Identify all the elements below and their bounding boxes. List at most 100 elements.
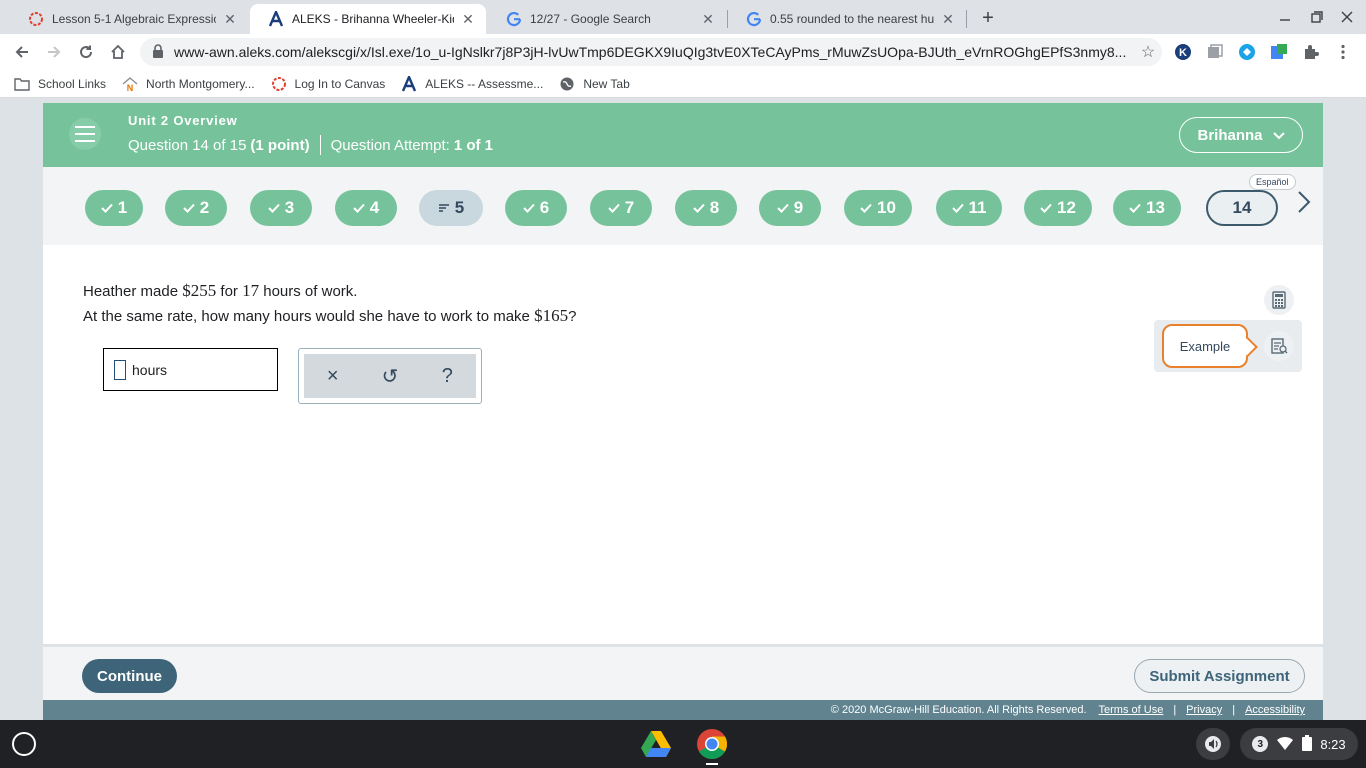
question-number: 2 (199, 198, 210, 217)
question-nav-pill[interactable]: 9 (759, 190, 821, 226)
user-name: Brihanna (1197, 126, 1263, 144)
google-favicon-icon (746, 11, 762, 27)
question-nav-pill[interactable]: 2 (165, 190, 227, 226)
user-menu-button[interactable]: Brihanna (1179, 117, 1303, 153)
browser-tab-google-search[interactable]: 12/27 - Google Search ✕ (488, 4, 726, 34)
question-nav-pill[interactable]: 4 (335, 190, 397, 226)
puzzle-extensions-icon[interactable] (1302, 43, 1320, 61)
unit-title: Unit 2 Overview (128, 113, 238, 128)
question-number: 12 (1057, 198, 1076, 217)
close-icon[interactable]: ✕ (460, 11, 476, 27)
bookmark-new-tab[interactable]: New Tab (559, 76, 630, 92)
google-drive-icon[interactable] (640, 728, 672, 760)
legal-footer: © 2020 McGraw-Hill Education. All Rights… (43, 700, 1323, 720)
bookmark-label: New Tab (583, 76, 630, 91)
close-icon[interactable]: ✕ (940, 11, 956, 27)
bookmark-label: Log In to Canvas (294, 76, 386, 91)
check-icon (183, 201, 195, 216)
address-bar[interactable]: www-awn.aleks.com/alekscgi/x/Isl.exe/1o_… (140, 38, 1162, 66)
espanol-toggle[interactable]: Español (1249, 174, 1296, 190)
accessibility-link[interactable]: Accessibility (1245, 704, 1305, 716)
folder-icon (14, 76, 30, 92)
check-icon (1040, 201, 1052, 216)
more-vert-icon[interactable] (1334, 43, 1352, 61)
globe-icon (559, 76, 575, 92)
footer-separator: | (1232, 704, 1236, 716)
bookmarks-bar: School Links N North Montgomery... Log I… (0, 70, 1366, 98)
math-amount: $255 (182, 281, 217, 300)
launcher-icon[interactable] (12, 732, 36, 756)
bookmark-canvas[interactable]: Log In to Canvas (271, 76, 386, 92)
question-nav-pill[interactable]: 8 (675, 190, 737, 226)
question-nav-pill[interactable]: 14 (1206, 190, 1278, 226)
question-nav-pill[interactable]: 3 (250, 190, 312, 226)
extension-icon[interactable] (1206, 43, 1224, 61)
calculator-icon[interactable] (1264, 285, 1294, 315)
continue-button[interactable]: Continue (82, 659, 177, 693)
bookmark-school-links[interactable]: School Links (14, 76, 106, 92)
forward-arrow-icon[interactable] (40, 38, 68, 66)
attempt-label: Question Attempt: (330, 136, 450, 154)
answer-input-area[interactable]: hours (103, 348, 278, 391)
chevron-right-icon[interactable] (1295, 190, 1313, 214)
close-icon[interactable]: ✕ (222, 11, 238, 27)
check-icon (693, 201, 705, 216)
bookmark-north-montgomery[interactable]: N North Montgomery... (122, 76, 255, 92)
question-number: 1 (117, 198, 128, 217)
question-nav-pill[interactable]: 7 (590, 190, 652, 226)
privacy-link[interactable]: Privacy (1186, 704, 1222, 716)
back-arrow-icon[interactable] (8, 38, 36, 66)
math-amount: $165 (534, 306, 569, 325)
reload-icon[interactable] (72, 38, 100, 66)
browser-tab-rounding[interactable]: 0.55 rounded to the nearest hun ✕ (728, 4, 966, 34)
minimize-icon[interactable] (1272, 6, 1298, 28)
question-text-fragment: Heather made (83, 283, 183, 300)
browser-tab-aleks[interactable]: ALEKS - Brihanna Wheeler-Kidd - ✕ (250, 4, 486, 34)
clear-button[interactable]: × (317, 360, 349, 392)
undo-button[interactable]: ↺ (374, 360, 406, 392)
question-nav-pill[interactable]: 5 (419, 190, 483, 226)
clock-time: 8:23 (1320, 736, 1346, 752)
k-extension-icon[interactable]: K (1174, 43, 1192, 61)
browser-tab-lesson[interactable]: Lesson 5-1 Algebraic Expression ✕ (10, 4, 248, 34)
question-number: 5 (454, 198, 465, 217)
check-icon (608, 201, 620, 216)
help-button[interactable]: ? (431, 360, 463, 392)
example-button[interactable]: Example (1162, 324, 1248, 368)
chrome-browser-icon[interactable] (696, 728, 728, 760)
media-controls-icon[interactable] (1196, 728, 1230, 760)
aleks-assignment-page: Unit 2 Overview Question 14 of 15 (1 poi… (43, 103, 1323, 720)
question-nav-pill[interactable]: 1 (85, 190, 143, 226)
tab-title: Lesson 5-1 Algebraic Expression (52, 12, 216, 26)
tab-separator (966, 10, 967, 28)
wifi-icon (1277, 736, 1293, 753)
question-nav-pill[interactable]: 13 (1113, 190, 1181, 226)
example-document-icon[interactable] (1264, 331, 1294, 361)
question-nav-pill[interactable]: 12 (1024, 190, 1092, 226)
tab-title: 12/27 - Google Search (530, 12, 651, 26)
status-tray[interactable]: 3 8:23 (1240, 728, 1358, 760)
tab-title: 0.55 rounded to the nearest hun (770, 12, 934, 26)
copyright-text: © 2020 McGraw-Hill Education. All Rights… (830, 704, 1087, 716)
question-nav-pill[interactable]: 11 (936, 190, 1002, 226)
close-icon[interactable]: ✕ (700, 11, 716, 27)
bookmark-aleks[interactable]: ALEKS -- Assessme... (401, 75, 543, 92)
home-icon[interactable] (104, 38, 132, 66)
star-bookmark-icon[interactable]: ☆ (1134, 42, 1162, 62)
new-tab-button[interactable]: + (976, 6, 1000, 30)
question-text: Heather made $255 for 17 hours of work. … (83, 279, 576, 329)
question-nav-pill[interactable]: 6 (505, 190, 567, 226)
extension-icon[interactable] (1270, 43, 1288, 61)
submit-assignment-button[interactable]: Submit Assignment (1134, 659, 1305, 693)
question-text-fragment: At the same rate, how many hours would s… (83, 308, 535, 325)
check-icon (268, 201, 280, 216)
extension-icon[interactable] (1238, 43, 1256, 61)
restore-icon[interactable] (1304, 6, 1330, 28)
question-nav-pill[interactable]: 10 (844, 190, 912, 226)
close-window-icon[interactable] (1334, 6, 1360, 28)
terms-link[interactable]: Terms of Use (1099, 704, 1164, 716)
lock-icon[interactable] (152, 43, 164, 61)
hamburger-menu-icon[interactable] (69, 118, 101, 150)
footer-separator: | (1173, 704, 1177, 716)
answer-field[interactable] (114, 359, 126, 380)
